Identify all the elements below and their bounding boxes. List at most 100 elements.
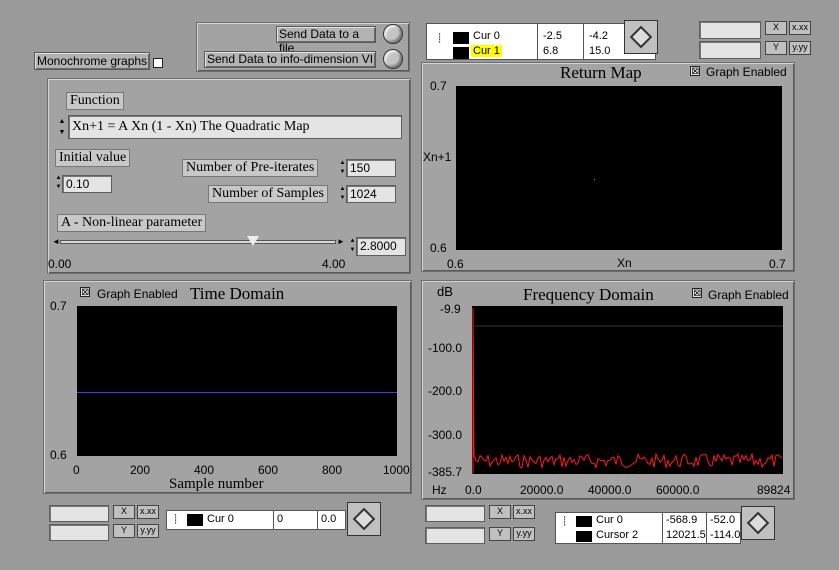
slider-left-arrow[interactable]: ◄ — [52, 237, 60, 246]
td-cur0-x: 0 — [277, 513, 284, 525]
return-map-y-scale-button[interactable]: Y — [765, 41, 787, 55]
cur1-name[interactable]: Cur 1 — [471, 45, 502, 57]
time-domain-scale-x-field[interactable] — [49, 505, 109, 522]
freq-domain-x-scale-button[interactable]: X — [489, 505, 511, 519]
preiterates-spinner[interactable]: ▲ ▼ — [339, 159, 346, 177]
return-map-scale-x-field[interactable] — [699, 21, 761, 39]
return-map-x-scale-button[interactable]: X — [765, 21, 787, 35]
freq-domain-enabled-label: Graph Enabled — [708, 288, 789, 302]
param-label: A - Non-linear parameter — [57, 214, 207, 232]
fd-cur0-x: -568.9 — [666, 514, 698, 526]
function-spinner[interactable]: ▲ ▼ — [58, 116, 66, 138]
time-domain-plot[interactable] — [77, 306, 397, 456]
freq-domain-y-format-button[interactable]: y.yy — [513, 527, 535, 541]
return-map-x-format-button[interactable]: x.xx — [789, 21, 811, 35]
legend-divider-2 — [583, 24, 584, 59]
function-selector[interactable]: Xn+1 = A Xn (1 - Xn) The Quadratic Map — [68, 115, 402, 139]
td-cur0-swatch — [187, 514, 203, 526]
td-cursor-mover-diamond-icon — [352, 507, 376, 531]
time-domain-title: Time Domain — [190, 284, 285, 303]
freq-x-tick-1: 20000.0 — [520, 483, 564, 497]
return-map-plot[interactable] — [456, 86, 782, 250]
time-domain-x-tick-400: 400 — [194, 463, 215, 477]
legend-divider-1 — [537, 24, 538, 59]
freq-domain-plot[interactable] — [472, 306, 783, 474]
return-map-point — [594, 179, 595, 180]
freq-domain-title: Frequency Domain — [523, 285, 654, 304]
time-domain-cursor-legend: ┊ Cur 0 0 0.0 — [166, 510, 346, 530]
freq-y-tick-4: -385.7 — [428, 465, 463, 479]
freq-domain-x-format-button[interactable]: x.xx — [513, 505, 535, 519]
freq-x-tick-0: 0.0 — [465, 483, 482, 497]
return-map-y-bottom: 0.6 — [430, 241, 447, 255]
return-map-cursor-mover[interactable] — [624, 20, 658, 54]
fd-cur0-name[interactable]: Cur 0 — [596, 514, 623, 526]
time-domain-x-tick-800: 800 — [322, 463, 343, 477]
time-domain-x-scale-button[interactable]: X — [113, 505, 135, 519]
slider-thumb[interactable] — [247, 236, 260, 246]
monochrome-label: Monochrome graphs — [37, 54, 148, 68]
freq-y-tick-3: -300.0 — [428, 428, 463, 442]
cursor-mover-diamond-icon — [629, 25, 653, 49]
freq-x-unit: Hz — [432, 483, 447, 497]
slider-min-label: 0.00 — [48, 257, 72, 271]
return-map-cursor-legend: ┊ Cur 0 -2.5 -4.2 Cur 1 6.8 15.0 — [426, 23, 656, 60]
fd-cur0-symbol: ┊ — [562, 516, 568, 526]
time-domain-y-scale-button[interactable]: Y — [113, 524, 135, 538]
time-domain-series-line — [77, 392, 397, 393]
fd-cur2-y: -114.0 — [710, 529, 741, 541]
return-map-y-format-button[interactable]: y.yy — [789, 41, 811, 55]
freq-y-tick-1: -100.0 — [428, 341, 463, 355]
initial-value-label: Initial value — [55, 149, 131, 167]
time-domain-scale-y-field[interactable] — [49, 524, 109, 541]
initial-value-spinner[interactable]: ▲ ▼ — [55, 174, 62, 192]
cur1-swatch — [453, 47, 469, 59]
cur0-name[interactable]: Cur 0 — [473, 30, 500, 42]
initial-value-input[interactable]: 0.10 — [62, 175, 112, 193]
freq-domain-series-line — [472, 307, 783, 474]
slider-max-label: 4.00 — [322, 257, 346, 271]
freq-domain-enabled-checkbox[interactable]: ⊠ — [692, 288, 702, 299]
monochrome-checkbox[interactable] — [153, 58, 163, 68]
preiterates-input[interactable]: 150 — [346, 159, 396, 177]
return-map-xlabel: Xn — [617, 256, 632, 270]
td-cur0-name[interactable]: Cur 0 — [207, 513, 234, 525]
samples-input[interactable]: 1024 — [346, 185, 396, 203]
time-domain-cursor-mover[interactable] — [347, 502, 381, 536]
cur0-symbol: ┊ — [437, 33, 443, 43]
fd-cur2-name[interactable]: Cursor 2 — [596, 529, 638, 541]
slider-right-arrow[interactable]: ► — [337, 237, 345, 246]
return-map-enabled-checkbox[interactable]: ⊠ — [690, 66, 700, 77]
send-file-button[interactable] — [383, 24, 403, 44]
cur0-x: -2.5 — [543, 30, 562, 42]
time-domain-x-tick-200: 200 — [130, 463, 151, 477]
time-domain-enabled-checkbox[interactable]: ⊠ — [80, 287, 90, 298]
param-spinner[interactable]: ▲ ▼ — [349, 237, 356, 255]
param-input[interactable]: 2.8000 — [356, 237, 406, 256]
samples-spinner[interactable]: ▲ ▼ — [339, 185, 346, 203]
freq-x-tick-4: 89824 — [757, 483, 791, 497]
return-map-scale-y-field[interactable] — [699, 41, 761, 59]
freq-domain-scale-y-field[interactable] — [425, 527, 485, 544]
freq-domain-cursor-mover[interactable] — [741, 506, 775, 540]
freq-domain-y-scale-button[interactable]: Y — [489, 527, 511, 541]
freq-domain-scale-x-field[interactable] — [425, 505, 485, 522]
cur1-y: 15.0 — [589, 45, 611, 57]
fd-legend-divider-2 — [706, 513, 707, 543]
freq-domain-cursor-legend: ┊ Cur 0 -568.9 -52.0 Cursor 2 12021.5 -1… — [555, 512, 741, 544]
send-info-button[interactable] — [383, 49, 403, 69]
freq-domain-series-svg — [472, 307, 783, 474]
time-domain-y-format-button[interactable]: y.yy — [137, 524, 159, 538]
time-domain-x-tick-600: 600 — [258, 463, 279, 477]
send-info-label: Send Data to info-dimension VI — [207, 52, 374, 66]
return-map-x-right: 0.7 — [769, 257, 786, 271]
return-map-y-top: 0.7 — [430, 79, 447, 93]
cur0-y: -4.2 — [589, 30, 608, 42]
freq-x-tick-3: 60000.0 — [656, 483, 700, 497]
time-domain-y-top: 0.7 — [50, 299, 67, 313]
function-label: Function — [66, 92, 124, 110]
return-map-x-left: 0.6 — [447, 257, 464, 271]
slider-track[interactable] — [60, 240, 336, 244]
time-domain-x-format-button[interactable]: x.xx — [137, 505, 159, 519]
td-legend-divider-1 — [273, 511, 274, 529]
